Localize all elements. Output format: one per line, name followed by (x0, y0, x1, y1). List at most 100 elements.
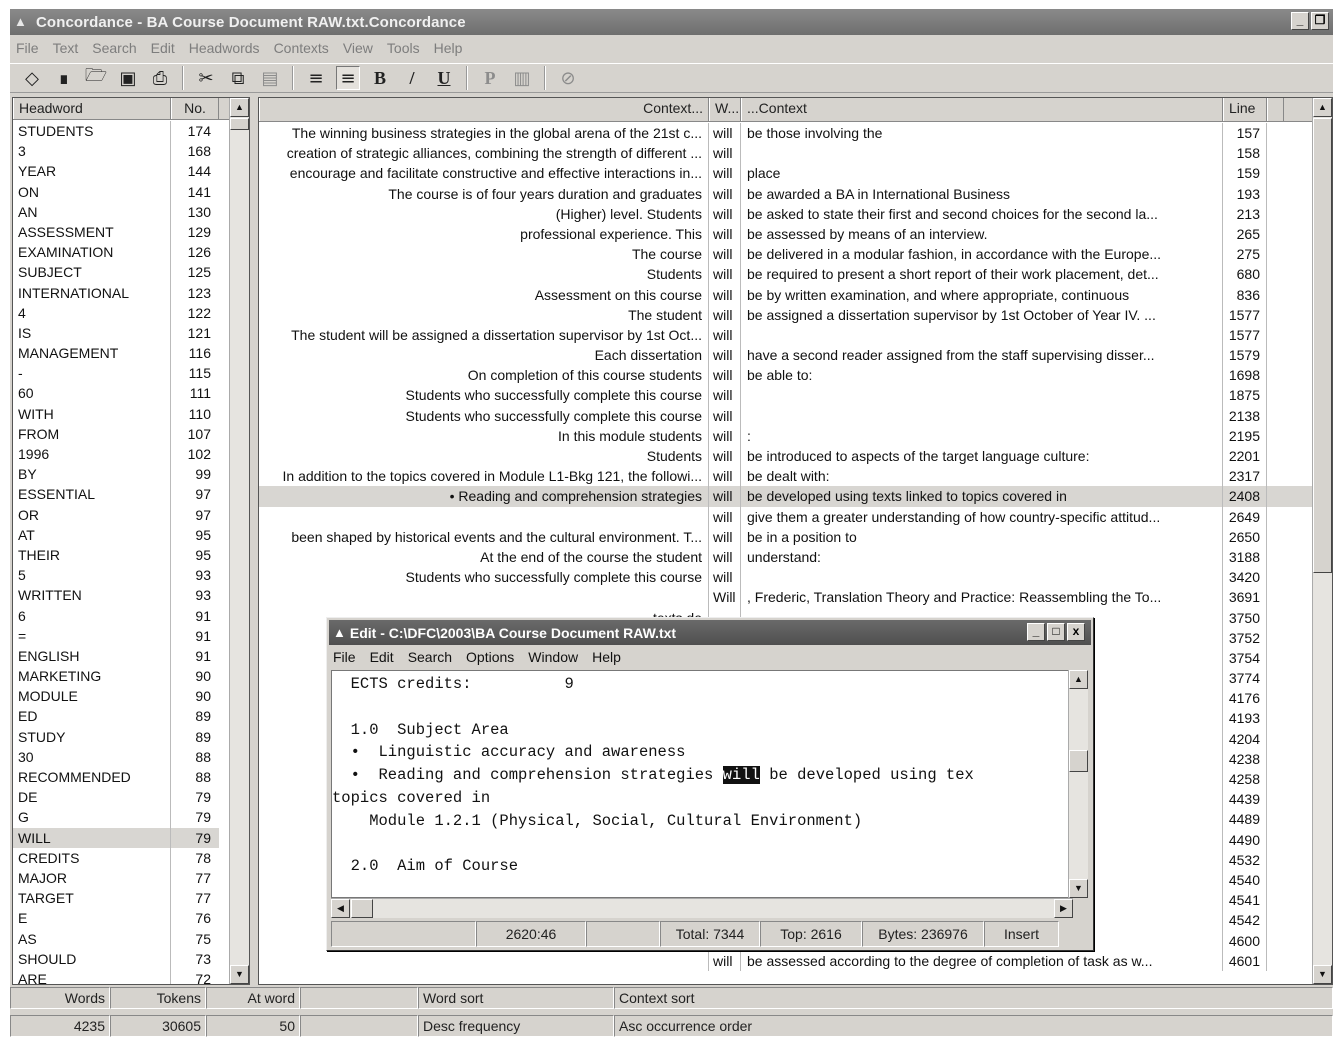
edit-menu-edit[interactable]: Edit (370, 649, 394, 665)
headword-row[interactable]: WRITTEN 93 (13, 585, 219, 606)
headword-row[interactable]: SHOULD 73 (13, 948, 219, 969)
concordance-row[interactable]: creation of strategic alliances, combini… (259, 143, 1312, 164)
headword-row[interactable]: TARGET 77 (13, 888, 219, 909)
concordance-row[interactable]: The student will be assigned a dissertat… (259, 324, 1312, 346)
p-icon[interactable]: P (478, 66, 502, 90)
scroll-thumb[interactable] (1313, 118, 1332, 573)
headword-row[interactable]: 6 91 (13, 605, 219, 626)
headword-row[interactable]: ED 89 (13, 706, 219, 727)
edit-menu-file[interactable]: File (333, 649, 356, 665)
concordance-row[interactable]: In this module students will:2195 (259, 425, 1312, 446)
headword-row[interactable]: IS 121 (13, 322, 219, 344)
headword-scrollbar[interactable]: ▲ ▼ (229, 98, 249, 984)
scroll-down-arrow-icon[interactable]: ▼ (230, 965, 249, 984)
menu-text[interactable]: Text (53, 40, 79, 56)
maximize-button[interactable]: ❒ (1311, 12, 1329, 30)
count-column-header[interactable]: No. (171, 98, 219, 119)
edit-window[interactable]: ▲ Edit - C:\DFC\2003\BA Course Document … (326, 617, 1094, 951)
scroll-right-arrow-icon[interactable]: ▶ (1054, 899, 1073, 918)
scroll-down-arrow-icon[interactable]: ▼ (1069, 879, 1088, 898)
headword-row[interactable]: INTERNATIONAL 123 (13, 282, 219, 303)
headword-row[interactable]: MANAGEMENT 116 (13, 343, 219, 364)
scroll-up-arrow-icon[interactable]: ▲ (1313, 98, 1332, 117)
concordance-row[interactable]: professional experience. This will be asse… (259, 223, 1312, 245)
headword-row[interactable]: STUDY 89 (13, 726, 219, 747)
left-context-header[interactable]: Context... (259, 98, 709, 121)
underline-icon[interactable]: U (432, 66, 456, 90)
scroll-thumb[interactable] (351, 899, 373, 918)
edit-text-area[interactable]: ECTS credits: 9 1.0 Subject Area • Lingu… (331, 670, 1073, 898)
concordance-row[interactable]: The winning business strategies in the g… (259, 123, 1312, 144)
copy-icon[interactable]: ⧉ (226, 66, 250, 90)
menu-tools[interactable]: Tools (387, 40, 420, 56)
headword-row[interactable]: MODULE 90 (13, 686, 219, 707)
concordance-row[interactable]: Each dissertation will have a second reade… (259, 345, 1312, 366)
eraser-icon[interactable]: ◇ (20, 66, 44, 90)
scroll-thumb[interactable] (1069, 750, 1088, 772)
concordance-row[interactable]: Students who successfully complete this … (259, 567, 1312, 588)
word-column-header[interactable]: W... (709, 98, 741, 121)
headword-row[interactable]: AT 95 (13, 524, 219, 545)
headword-row[interactable]: ENGLISH 91 (13, 645, 219, 667)
headword-row[interactable]: E 76 (13, 908, 219, 929)
context-sort-value[interactable]: Asc occurrence order (614, 1015, 1333, 1037)
right-context-header[interactable]: ...Context (741, 98, 1223, 121)
menu-headwords[interactable]: Headwords (189, 40, 260, 56)
concordance-row[interactable]: The course will be delivered in a modular … (259, 244, 1312, 265)
headword-row[interactable]: DE 79 (13, 787, 219, 808)
menu-search[interactable]: Search (92, 40, 136, 56)
align-left-icon[interactable]: ≡ (304, 66, 328, 90)
headword-row[interactable]: EXAMINATION 126 (13, 242, 219, 263)
concordance-row[interactable]: Will, Frederic, Translation Theory and P… (259, 587, 1312, 608)
headword-row[interactable]: 60 111 (13, 383, 219, 404)
headword-row[interactable]: MAJOR 77 (13, 867, 219, 889)
line-column-header[interactable]: Line (1223, 98, 1267, 121)
headword-row[interactable]: 3 168 (13, 141, 219, 162)
headword-row[interactable]: G 79 (13, 807, 219, 828)
menu-view[interactable]: View (343, 40, 373, 56)
concordance-row[interactable]: Students who successfully complete this … (259, 385, 1312, 406)
save-icon[interactable]: ▣ (116, 66, 140, 90)
headword-row[interactable]: 4 122 (13, 302, 219, 323)
headword-row[interactable]: ARE 72 (13, 968, 219, 984)
word-sort-value[interactable]: Desc frequency (418, 1015, 614, 1037)
scroll-up-arrow-icon[interactable]: ▲ (230, 98, 249, 117)
headword-row[interactable]: STUDENTS 174 (13, 121, 219, 142)
headword-row[interactable]: 30 88 (13, 746, 219, 767)
headword-row[interactable]: WITH 110 (13, 403, 219, 424)
edit-menu-search[interactable]: Search (408, 649, 452, 665)
headword-row[interactable]: AN 130 (13, 201, 219, 222)
chart-icon[interactable]: ▥ (510, 66, 534, 90)
edit-horizontal-scrollbar[interactable]: ◀ ▶ (331, 898, 1073, 918)
bold-icon[interactable]: B (368, 66, 392, 90)
scroll-left-arrow-icon[interactable]: ◀ (331, 899, 350, 918)
minimize-button[interactable]: _ (1291, 12, 1309, 30)
menu-edit[interactable]: Edit (151, 40, 175, 56)
concordance-row[interactable]: Assessment on this course will be by writt… (259, 284, 1312, 305)
concordance-row[interactable]: Students who successfully complete this … (259, 405, 1312, 426)
paste-icon[interactable]: ▤ (258, 66, 282, 90)
edit-menu-window[interactable]: Window (528, 649, 578, 665)
concordance-row[interactable]: At the end of the course the student will… (259, 546, 1312, 568)
close-button[interactable]: x (1067, 623, 1085, 641)
headword-row[interactable]: MARKETING 90 (13, 666, 219, 687)
concordance-row[interactable]: Students will be introduced to aspects of … (259, 446, 1312, 467)
headword-row[interactable]: AS 75 (13, 928, 219, 949)
open-folder-icon[interactable]: 🗁 (84, 65, 108, 90)
scroll-thumb[interactable] (230, 118, 249, 130)
concordance-scrollbar[interactable]: ▲ ▼ (1312, 98, 1332, 984)
cut-icon[interactable]: ✂ (194, 66, 218, 90)
extra-column-header[interactable] (1267, 98, 1284, 121)
minimize-button[interactable]: _ (1027, 623, 1045, 641)
headword-row[interactable]: SUBJECT 125 (13, 262, 219, 283)
menu-file[interactable]: File (16, 40, 39, 56)
concordance-row[interactable]: In addition to the topics covered in Mod… (259, 466, 1312, 487)
concordance-row[interactable]: will be assessed according to the degree … (259, 950, 1312, 971)
headword-row[interactable]: -115 (13, 363, 219, 384)
headword-row[interactable]: WILL 79 (13, 827, 219, 848)
italic-icon[interactable]: / (400, 66, 424, 90)
maximize-button[interactable]: □ (1047, 623, 1065, 641)
headword-row[interactable]: CREDITS 78 (13, 847, 219, 868)
disabled-icon[interactable]: ⊘ (556, 66, 580, 90)
headword-list[interactable]: Headword No. STUDENTS 174 3 168 YEAR 144 ON 141… (12, 97, 250, 985)
